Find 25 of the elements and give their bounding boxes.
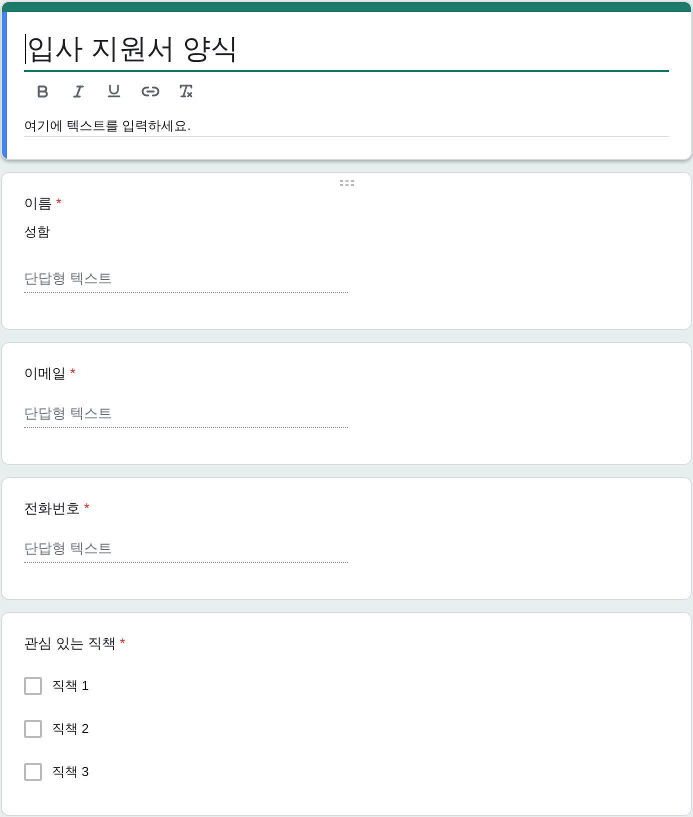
question-title: 이메일 [24,364,66,383]
required-mark: * [120,634,126,653]
answer-field[interactable]: 단답형 텍스트 [24,533,348,563]
description-field[interactable]: 여기에 텍스트를 입력하세요. [24,116,669,137]
clear-formatting-icon [178,83,194,99]
question-title: 전화번호 [24,499,80,518]
title-field[interactable]: 입사 지원서 양식 [24,32,669,72]
checkbox[interactable] [24,762,42,780]
option-label: 직책 1 [52,676,89,694]
required-mark: * [84,499,90,518]
question-description: 성함 [24,223,50,241]
checkbox[interactable] [24,676,42,694]
checkbox[interactable] [24,720,42,738]
italic-icon [70,84,86,98]
question-title: 관심 있는 직책 [24,634,116,653]
answer-field[interactable]: 단답형 텍스트 [24,398,348,428]
answer-field[interactable]: 단답형 텍스트 [24,263,348,293]
option-label: 직책 2 [52,720,89,738]
text-cursor-icon [25,34,26,64]
question-title: 이름 [24,194,52,213]
required-mark: * [70,364,76,383]
required-mark: * [56,194,62,213]
underline-icon [106,83,122,99]
option-label: 직책 3 [52,762,89,780]
drag-handle-icon[interactable] [340,180,354,186]
